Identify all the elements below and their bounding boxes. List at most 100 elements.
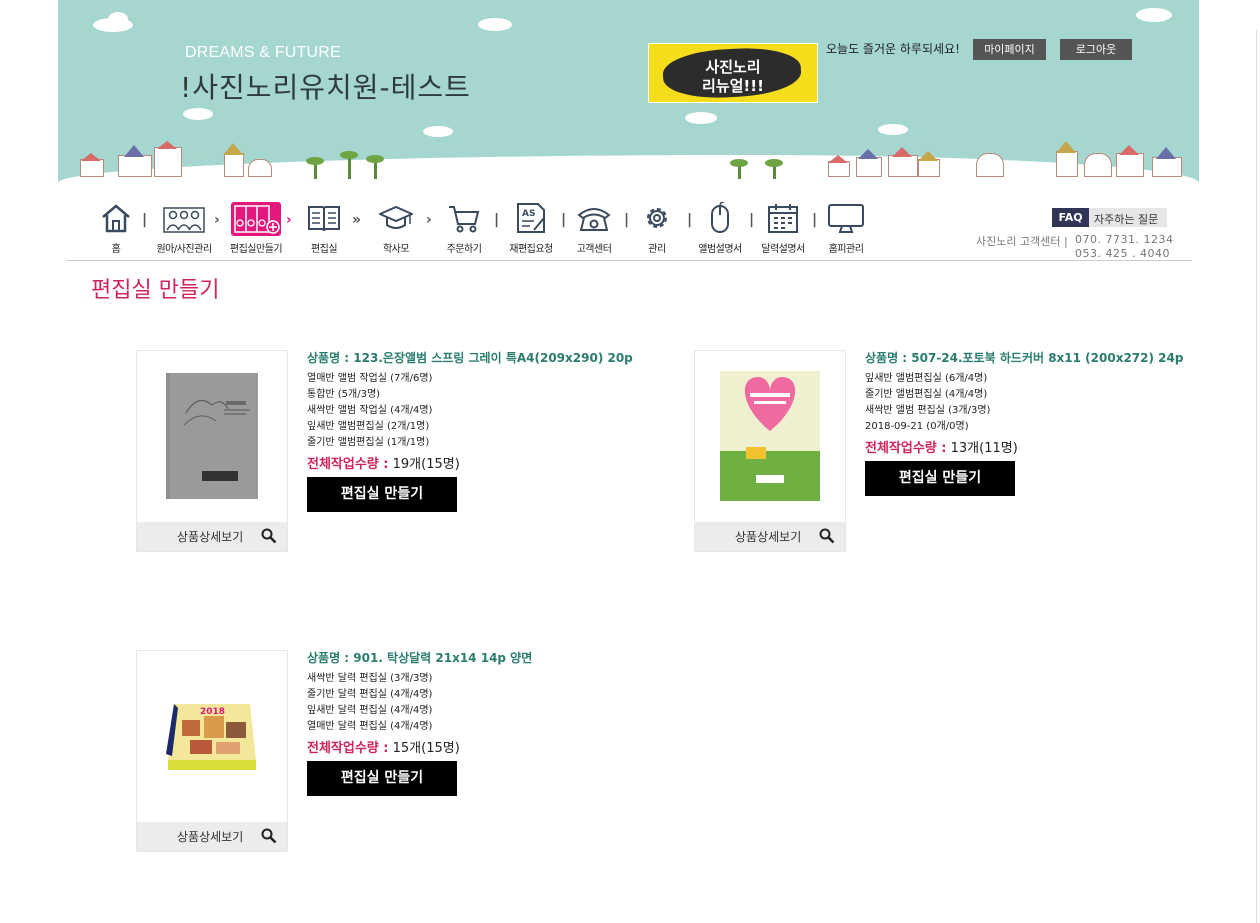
class-item[interactable]: 잎새반 앨범편집실 (6개/4명) — [865, 371, 1225, 387]
product-detail-label: 상품상세보기 — [735, 530, 802, 544]
product-thumbnail[interactable]: 상품상세보기 — [694, 350, 846, 552]
make-editroom-button[interactable]: 편집실 만들기 — [865, 461, 1015, 496]
site-header: DREAMS & FUTURE !사진노리유치원-테스트 사진노리 리뉴얼!!!… — [58, 0, 1199, 183]
class-item[interactable]: 잎새반 달력 편집실 (4개/4명) — [307, 703, 637, 719]
calendar-icon — [766, 202, 800, 234]
tree-decoration — [306, 157, 324, 179]
product-thumbnail[interactable]: 상품상세보기 — [136, 350, 288, 552]
mypage-button[interactable]: 마이페이지 — [973, 39, 1046, 60]
total-quantity-value: 19개(15명) — [392, 457, 460, 472]
total-quantity-value: 13개(11명) — [950, 441, 1018, 456]
house-decoration — [118, 145, 152, 177]
nav-label: 편집실 — [310, 244, 338, 255]
product-image: 2018 — [137, 651, 287, 821]
nav-item-make-editroom[interactable]: 편집실만들기 — [226, 202, 286, 255]
thumb-year: 2018 — [200, 707, 225, 717]
nav-label: 학사모 — [382, 244, 410, 255]
nav-item-album-guide[interactable]: 앨범설명서 — [690, 201, 750, 255]
faq-text: 자주하는 질문 — [1094, 213, 1159, 226]
class-item[interactable]: 새싹반 달력 편집실 (3개/3명) — [307, 671, 637, 687]
nav-item-homepage-manage[interactable]: 홈피관리 — [816, 202, 876, 255]
renewal-banner[interactable]: 사진노리 리뉴얼!!! — [648, 43, 818, 103]
product-detail-button[interactable]: 상품상세보기 — [695, 522, 845, 551]
tree-decoration — [765, 159, 783, 179]
class-list: 잎새반 앨범편집실 (6개/4명) 줄기반 앨범편집실 (4개/4명) 새싹반 … — [865, 371, 1225, 435]
nav-label: 원아/사진관리 — [156, 244, 212, 255]
house-decoration — [1056, 141, 1078, 177]
house-decoration — [976, 147, 1004, 177]
nav-label: 앨범설명서 — [698, 244, 742, 255]
class-item[interactable]: 새싹반 앨범 편집실 (3개/3명) — [865, 403, 1225, 419]
phone-icon — [577, 202, 611, 234]
nav-item-customer-center[interactable]: 고객센터 — [564, 202, 624, 255]
nav-item-graduation[interactable]: 학사모 — [366, 202, 426, 255]
class-item[interactable]: 열매반 달력 편집실 (4개/4명) — [307, 719, 637, 735]
house-decoration — [154, 141, 182, 177]
class-item[interactable]: 줄기반 앨범편집실 (4개/4명) — [865, 387, 1225, 403]
product-info: 상품명 : 123.은장앨범 스프링 그레이 특A4(209x290) 20p … — [307, 350, 637, 512]
class-item[interactable]: 줄기반 앨범편집실 (1개/1명) — [307, 435, 637, 451]
house-decoration — [918, 151, 940, 177]
nav-item-children-photos[interactable]: 원아/사진관리 — [154, 202, 214, 255]
product-card: 2018 상품상세보기 상품명 : 901. 탁상달력 21x14 14p 양면… — [136, 650, 736, 855]
total-quantity: 전체작업수량 : 19개(15명) — [307, 453, 637, 472]
product-name: 상품명 : 901. 탁상달력 21x14 14p 양면 — [307, 651, 533, 665]
cloud-decoration — [183, 108, 213, 120]
class-item[interactable]: 새싹반 앨범 작업실 (4개/4명) — [307, 403, 637, 419]
class-item[interactable]: 통합반 (5개/3명) — [307, 387, 637, 403]
cloud-decoration — [423, 126, 453, 137]
nav-separator: » — [352, 212, 362, 228]
tree-decoration — [366, 155, 384, 179]
brand-subtitle: DREAMS & FUTURE — [185, 44, 341, 61]
nav-separator: › — [426, 212, 432, 228]
class-item[interactable]: 잎새반 앨범편집실 (2개/1명) — [307, 419, 637, 435]
make-editroom-button[interactable]: 편집실 만들기 — [307, 477, 457, 512]
as-edit-icon: AS — [514, 202, 548, 234]
svg-text:AS: AS — [522, 209, 535, 219]
product-image — [695, 351, 845, 521]
nav-item-editroom[interactable]: 편집실 — [294, 202, 354, 255]
nav-item-calendar-guide[interactable]: 달력설명서 — [753, 202, 813, 255]
nav-separator: › — [214, 212, 220, 228]
mouse-icon — [703, 201, 737, 234]
class-item[interactable]: 열매반 앨범 작업실 (7개/6명) — [307, 371, 637, 387]
tree-decoration — [340, 151, 358, 179]
customer-center-phone: 070. 7731. 1234 — [1075, 233, 1174, 246]
page-title: 편집실 만들기 — [91, 278, 220, 303]
brand-title[interactable]: !사진노리유치원-테스트 — [180, 66, 471, 106]
house-decoration — [856, 149, 882, 177]
home-icon — [99, 202, 133, 234]
nav-item-reedit-request[interactable]: AS 재편집요청 — [501, 202, 561, 255]
product-detail-button[interactable]: 상품상세보기 — [137, 522, 287, 551]
product-detail-button[interactable]: 상품상세보기 — [137, 822, 287, 851]
house-decoration — [223, 143, 244, 177]
monitor-icon — [827, 202, 865, 234]
house-decoration — [828, 155, 850, 177]
house-decoration — [1152, 147, 1182, 177]
nav-item-home[interactable]: 홈 — [86, 202, 146, 255]
nav-separator: | — [142, 212, 148, 228]
class-item[interactable]: 2018-09-21 (0개/0명) — [865, 419, 1225, 435]
house-decoration — [888, 147, 918, 177]
nav-item-order[interactable]: 주문하기 — [434, 202, 494, 255]
total-quantity: 전체작업수량 : 13개(11명) — [865, 437, 1225, 456]
banner-text-line1: 사진노리 — [705, 58, 761, 76]
faq-tag: FAQ — [1052, 208, 1089, 227]
product-info: 상품명 : 507-24.포토북 하드커버 8x11 (200x272) 24p… — [865, 350, 1225, 496]
product-thumbnail[interactable]: 2018 상품상세보기 — [136, 650, 288, 852]
product-card: 상품상세보기 상품명 : 123.은장앨범 스프링 그레이 특A4(209x29… — [136, 350, 736, 555]
faq-link[interactable]: FAQ 자주하는 질문 — [1052, 208, 1167, 227]
nav-label: 관리 — [648, 244, 666, 255]
make-editroom-button[interactable]: 편집실 만들기 — [307, 761, 457, 796]
album-plus-icon — [231, 202, 281, 236]
total-quantity-value: 15개(15명) — [392, 741, 460, 756]
logout-button[interactable]: 로그아웃 — [1060, 39, 1132, 60]
product-image — [137, 351, 287, 521]
nav-item-manage[interactable]: 관리 — [627, 202, 687, 255]
class-item[interactable]: 줄기반 달력 편집실 (4개/4명) — [307, 687, 637, 703]
divider — [66, 260, 1192, 261]
nav-label: 주문하기 — [446, 244, 482, 255]
house-decoration — [1084, 147, 1112, 177]
nav-label: 재편집요청 — [509, 244, 553, 255]
nav-label: 달력설명서 — [761, 244, 805, 255]
